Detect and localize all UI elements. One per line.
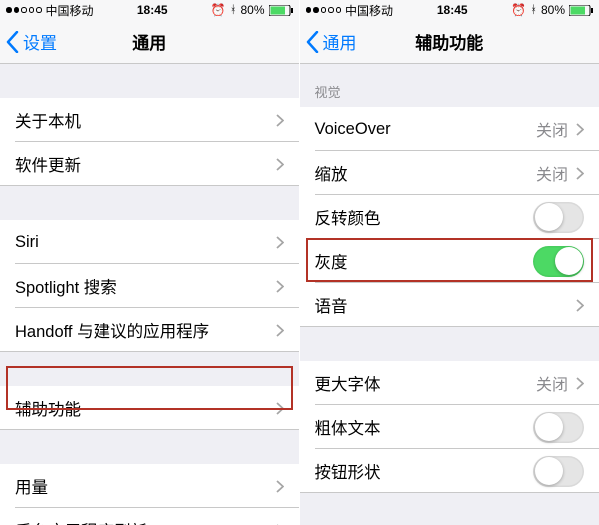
battery-label: 80% xyxy=(541,3,565,17)
back-label: 通用 xyxy=(323,29,357,54)
bluetooth-icon: ᚼ xyxy=(530,4,537,16)
chevron-right-icon xyxy=(576,377,584,390)
cell-detail: 关闭 xyxy=(536,371,568,395)
chevron-left-icon xyxy=(6,31,19,53)
status-bar: 中国移动 18:45 ⏰ ᚼ 80% xyxy=(0,0,299,20)
chevron-right-icon xyxy=(276,236,284,249)
cell-software-update[interactable]: 软件更新 xyxy=(0,142,299,186)
cell-label: Siri xyxy=(15,233,276,252)
cell-grayscale[interactable]: 灰度 xyxy=(300,239,599,283)
chevron-right-icon xyxy=(276,114,284,127)
cell-voiceover[interactable]: VoiceOver关闭 xyxy=(300,107,599,151)
chevron-left-icon xyxy=(306,31,319,53)
nav-title: 通用 xyxy=(132,29,166,54)
left-screen: 中国移动 18:45 ⏰ ᚼ 80% 设置 通用 关于本机 软件更新 Siri … xyxy=(0,0,300,525)
cell-about[interactable]: 关于本机 xyxy=(0,98,299,142)
back-label: 设置 xyxy=(23,29,57,54)
cell-label: 用量 xyxy=(15,474,276,498)
cell-invert-colors[interactable]: 反转颜色 xyxy=(300,195,599,239)
chevron-right-icon xyxy=(576,299,584,312)
cell-siri[interactable]: Siri xyxy=(0,220,299,264)
signal-dots xyxy=(306,7,342,13)
cell-handoff[interactable]: Handoff 与建议的应用程序 xyxy=(0,308,299,352)
content: 关于本机 软件更新 Siri Spotlight 搜索 Handoff 与建议的… xyxy=(0,64,299,525)
section-header-vision: 视觉 xyxy=(300,76,599,107)
battery-icon xyxy=(569,5,593,16)
cell-label: 更大字体 xyxy=(315,371,536,395)
cell-accessibility[interactable]: 辅助功能 xyxy=(0,386,299,430)
cell-label: VoiceOver xyxy=(315,120,536,139)
cell-label: 后台应用程序刷新 xyxy=(15,518,276,525)
right-screen: 中国移动 18:45 ⏰ ᚼ 80% 通用 辅助功能 视觉 VoiceOver关… xyxy=(300,0,599,525)
toggle-invert[interactable] xyxy=(533,202,584,233)
status-bar: 中国移动 18:45 ⏰ ᚼ 80% xyxy=(300,0,599,20)
back-button[interactable]: 设置 xyxy=(6,29,57,54)
cell-label: 灰度 xyxy=(315,249,534,273)
alarm-icon: ⏰ xyxy=(211,3,226,17)
cell-label: 缩放 xyxy=(315,161,536,185)
cell-detail: 关闭 xyxy=(536,161,568,185)
nav-bar: 设置 通用 xyxy=(0,20,299,64)
cell-label: 语音 xyxy=(315,293,577,317)
bluetooth-icon: ᚼ xyxy=(230,4,237,16)
status-time: 18:45 xyxy=(437,3,468,17)
cell-label: 关于本机 xyxy=(15,108,276,132)
cell-speech[interactable]: 语音 xyxy=(300,283,599,327)
alarm-icon: ⏰ xyxy=(511,3,526,17)
cell-label: 反转颜色 xyxy=(315,205,534,229)
cell-bold-text[interactable]: 粗体文本 xyxy=(300,405,599,449)
toggle-grayscale[interactable] xyxy=(533,246,584,277)
chevron-right-icon xyxy=(276,324,284,337)
cell-label: Handoff 与建议的应用程序 xyxy=(15,318,276,342)
chevron-right-icon xyxy=(576,167,584,180)
chevron-right-icon xyxy=(276,402,284,415)
cell-label: Spotlight 搜索 xyxy=(15,274,276,298)
battery-icon xyxy=(269,5,293,16)
chevron-right-icon xyxy=(276,280,284,293)
chevron-right-icon xyxy=(276,480,284,493)
nav-title: 辅助功能 xyxy=(415,29,483,54)
content: 视觉 VoiceOver关闭 缩放关闭 反转颜色 灰度 语音 更大字体关闭 粗体… xyxy=(300,64,599,525)
signal-dots xyxy=(6,7,42,13)
cell-label: 辅助功能 xyxy=(15,396,276,420)
cell-background-refresh[interactable]: 后台应用程序刷新 xyxy=(0,508,299,525)
cell-detail: 关闭 xyxy=(536,117,568,141)
carrier-label: 中国移动 xyxy=(46,2,94,19)
toggle-button-shapes[interactable] xyxy=(533,456,584,487)
cell-larger-text[interactable]: 更大字体关闭 xyxy=(300,361,599,405)
cell-label: 粗体文本 xyxy=(315,415,534,439)
battery-label: 80% xyxy=(240,3,264,17)
chevron-right-icon xyxy=(276,158,284,171)
cell-usage[interactable]: 用量 xyxy=(0,464,299,508)
chevron-right-icon xyxy=(576,123,584,136)
cell-spotlight[interactable]: Spotlight 搜索 xyxy=(0,264,299,308)
nav-bar: 通用 辅助功能 xyxy=(300,20,599,64)
cell-label: 按钮形状 xyxy=(315,459,534,483)
back-button[interactable]: 通用 xyxy=(306,29,357,54)
cell-zoom[interactable]: 缩放关闭 xyxy=(300,151,599,195)
status-time: 18:45 xyxy=(137,3,168,17)
carrier-label: 中国移动 xyxy=(345,2,393,19)
toggle-bold[interactable] xyxy=(533,412,584,443)
cell-label: 软件更新 xyxy=(15,152,276,176)
cell-button-shapes[interactable]: 按钮形状 xyxy=(300,449,599,493)
